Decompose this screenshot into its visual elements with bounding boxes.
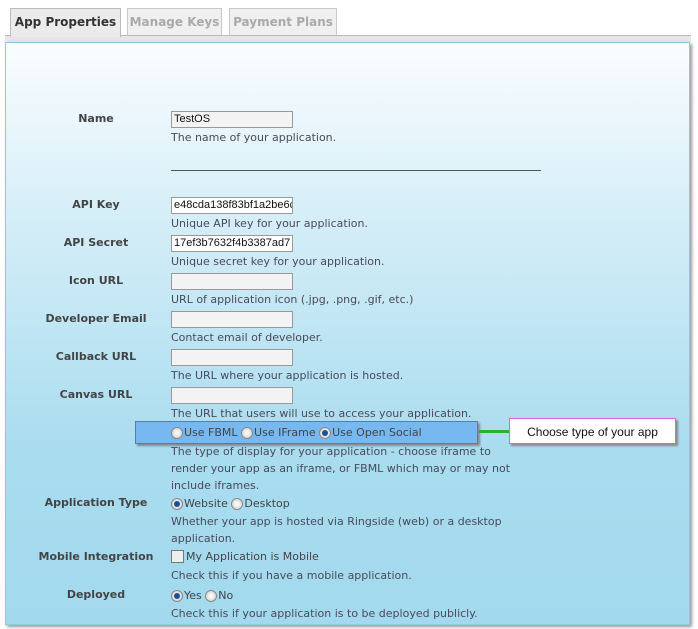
name-input[interactable]: TestOS [171,111,293,128]
deployed-radio-group: Yes No [171,589,233,602]
radio-fbml-label: Use FBML [184,426,238,439]
deployed-label: Deployed [66,588,126,601]
radio-desktop[interactable] [231,497,244,510]
canvas-url-label: Canvas URL [59,388,133,401]
radio-website[interactable] [171,497,183,510]
icon-url-help: URL of application icon (.jpg, .png, .gi… [171,293,414,306]
radio-open-social-label: Use Open Social [332,426,422,439]
canvas-type-help: The type of display for your application… [171,443,510,494]
developer-email-input[interactable] [171,311,293,328]
api-key-label: API Key [72,198,120,211]
canvas-url-help: The URL that users will use to access yo… [171,407,472,420]
icon-url-label: Icon URL [68,274,124,287]
radio-yes[interactable] [171,589,183,602]
radio-website-label: Website [184,497,228,510]
canvas-type-radio-group: Use FBML Use IFrame Use Open Social [171,426,422,439]
help-line: render your app as an iframe, or FBML wh… [171,462,511,475]
icon-url-input[interactable] [171,273,293,290]
mobile-checkbox-label: My Application is Mobile [186,550,319,563]
application-type-label: Application Type [44,496,148,509]
canvas-url-input[interactable] [171,387,293,404]
tab-payment-plans[interactable]: Payment Plans [229,8,337,35]
mobile-checkbox[interactable] [171,550,184,563]
help-line: Whether your app is hosted via Ringside … [171,515,502,528]
radio-open-social[interactable] [319,426,332,439]
callback-url-input[interactable] [171,349,293,366]
help-line: include iframes. [171,479,260,492]
api-secret-input[interactable]: 17ef3b7632f4b3387ad7 [171,235,293,252]
callout-connector [479,430,509,433]
callout-tooltip: Choose type of your app [509,418,676,444]
callback-url-label: Callback URL [55,350,137,363]
name-label: Name [78,112,114,125]
help-line: application. [171,532,236,545]
developer-email-help: Contact email of developer. [171,331,323,344]
radio-yes-label: Yes [184,589,202,602]
application-type-help: Whether your app is hosted via Ringside … [171,513,502,547]
radio-no[interactable] [205,589,218,602]
developer-email-label: Developer Email [45,312,147,325]
application-type-radio-group: Website Desktop [171,497,290,510]
radio-desktop-label: Desktop [244,497,290,510]
name-help: The name of your application. [171,131,337,144]
api-key-help: Unique API key for your application. [171,217,368,230]
callback-url-help: The URL where your application is hosted… [171,369,404,382]
radio-fbml[interactable] [171,426,183,439]
api-secret-label: API Secret [63,236,129,249]
mobile-integration-option: My Application is Mobile [171,550,319,563]
api-secret-help: Unique secret key for your application. [171,255,385,268]
radio-iframe[interactable] [241,426,254,439]
divider [171,170,541,171]
tab-app-properties[interactable]: App Properties [10,8,121,37]
mobile-integration-label: Mobile Integration [38,550,154,563]
help-line: The type of display for your application… [171,445,491,458]
deployed-help: Check this if your application is to be … [171,607,478,620]
radio-no-label: No [218,589,234,602]
radio-iframe-label: Use IFrame [254,426,316,439]
mobile-integration-help: Check this if you have a mobile applicat… [171,569,412,582]
tab-manage-keys[interactable]: Manage Keys [127,8,222,35]
api-key-input[interactable]: e48cda138f83bf1a2be6c [171,197,293,214]
